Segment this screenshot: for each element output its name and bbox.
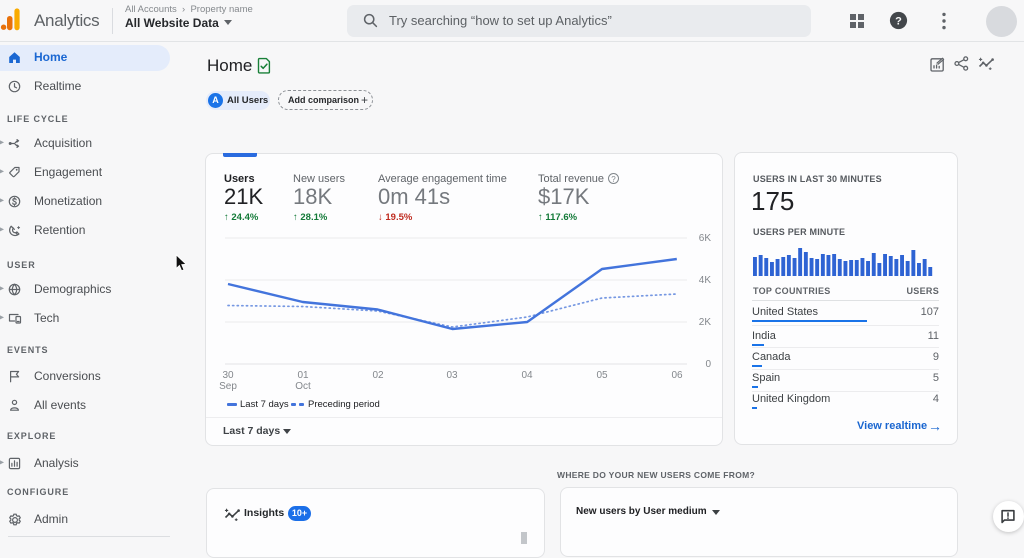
svg-text:?: ? bbox=[895, 15, 902, 27]
